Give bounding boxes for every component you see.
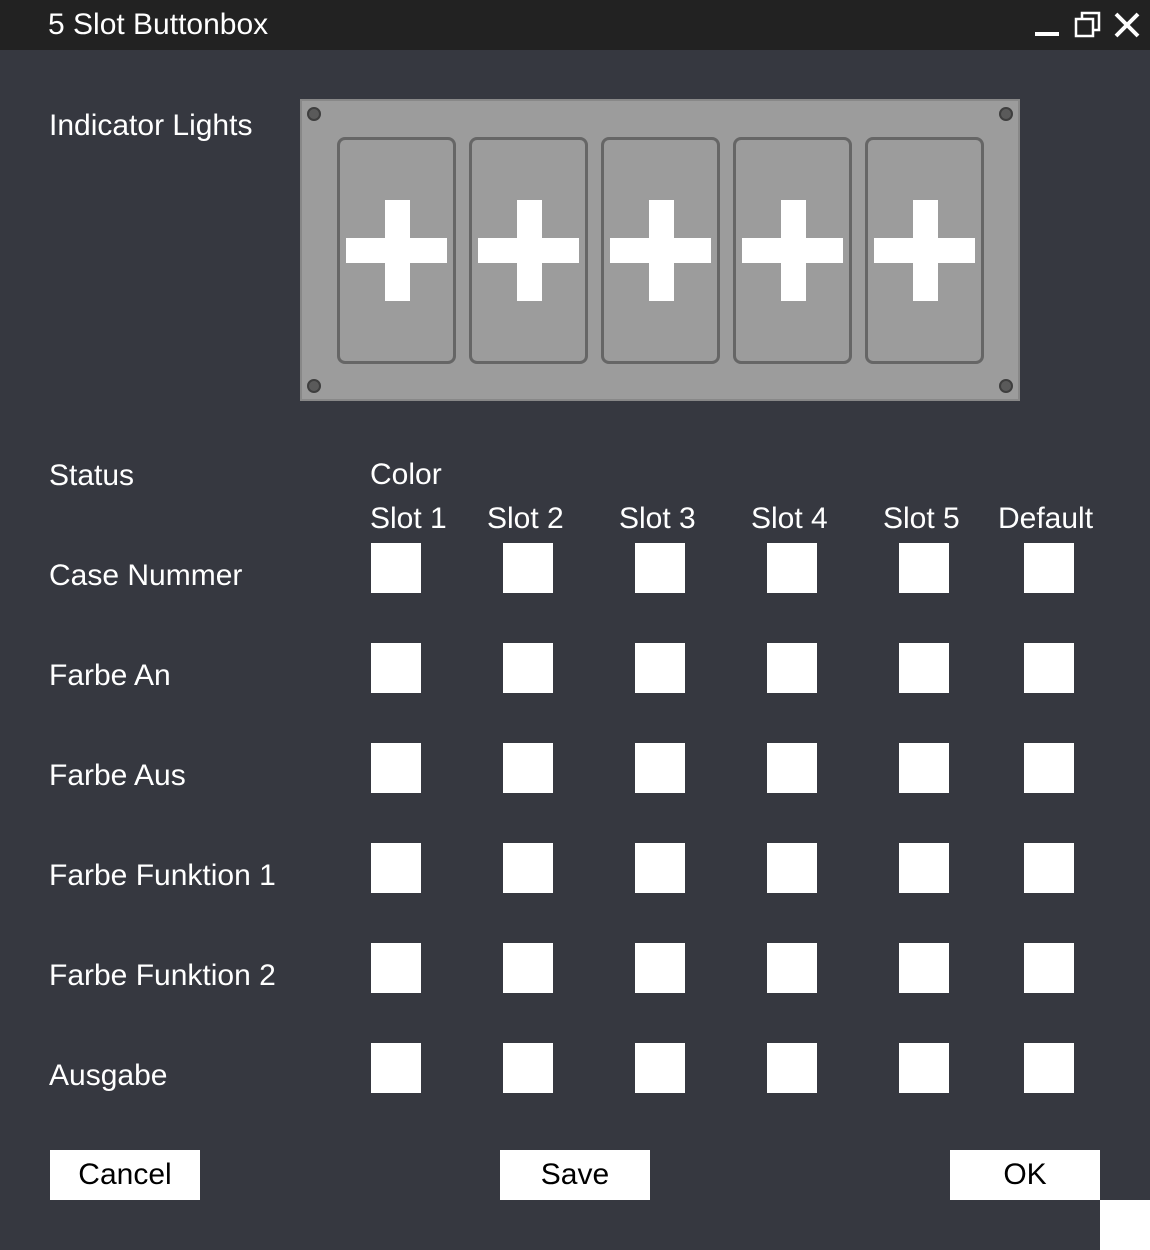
- window-title: 5 Slot Buttonbox: [48, 8, 269, 41]
- color-swatch[interactable]: [635, 643, 685, 693]
- color-swatch[interactable]: [899, 743, 949, 793]
- row-label-farbe-an: Farbe An: [49, 659, 171, 692]
- color-swatch[interactable]: [767, 743, 817, 793]
- row-label-farbe-funktion-1: Farbe Funktion 1: [49, 859, 276, 892]
- color-swatch[interactable]: [371, 843, 421, 893]
- row-label-farbe-funktion-2: Farbe Funktion 2: [49, 959, 276, 992]
- color-swatch[interactable]: [635, 943, 685, 993]
- color-swatch[interactable]: [899, 943, 949, 993]
- save-button[interactable]: Save: [500, 1150, 650, 1200]
- color-swatch[interactable]: [371, 943, 421, 993]
- color-swatch[interactable]: [767, 843, 817, 893]
- indicator-panel: [300, 99, 1020, 401]
- indicator-slot-3[interactable]: [601, 137, 720, 364]
- color-header: Color: [370, 458, 442, 491]
- indicator-slot-1[interactable]: [337, 137, 456, 364]
- column-header-default: Default: [998, 502, 1094, 535]
- color-swatch[interactable]: [371, 543, 421, 593]
- title-bar[interactable]: 5 Slot Buttonbox: [0, 0, 1150, 50]
- indicator-lights-label: Indicator Lights: [49, 109, 253, 142]
- row-label-farbe-aus: Farbe Aus: [49, 759, 186, 792]
- screw-icon: [999, 379, 1013, 393]
- color-swatch[interactable]: [1024, 1043, 1074, 1093]
- column-header-slot-5: Slot 5: [883, 502, 960, 535]
- color-swatch[interactable]: [1024, 643, 1074, 693]
- color-swatch[interactable]: [503, 843, 553, 893]
- row-label-ausgabe: Ausgabe: [49, 1059, 168, 1092]
- column-header-slot-1: Slot 1: [370, 502, 447, 535]
- color-swatch[interactable]: [635, 543, 685, 593]
- color-swatch[interactable]: [1024, 743, 1074, 793]
- color-swatch[interactable]: [899, 543, 949, 593]
- color-swatch[interactable]: [503, 1043, 553, 1093]
- color-swatch[interactable]: [371, 743, 421, 793]
- column-header-slot-2: Slot 2: [487, 502, 564, 535]
- screw-icon: [307, 107, 321, 121]
- status-header: Status: [49, 459, 135, 492]
- indicator-slot-4[interactable]: [733, 137, 852, 364]
- indicator-slot-2[interactable]: [469, 137, 588, 364]
- color-swatch[interactable]: [767, 543, 817, 593]
- column-header-slot-4: Slot 4: [751, 502, 828, 535]
- color-swatch[interactable]: [503, 643, 553, 693]
- ok-button[interactable]: OK: [950, 1150, 1100, 1200]
- screw-icon: [999, 107, 1013, 121]
- buttonbox-window: 5 Slot Buttonbox Indicator Lights Status…: [0, 0, 1150, 1250]
- indicator-slot-5[interactable]: [865, 137, 984, 364]
- color-swatch[interactable]: [371, 643, 421, 693]
- color-swatch[interactable]: [767, 643, 817, 693]
- column-header-slot-3: Slot 3: [619, 502, 696, 535]
- color-swatch[interactable]: [899, 843, 949, 893]
- restore-icon[interactable]: [1073, 10, 1103, 40]
- minimize-icon[interactable]: [1032, 10, 1062, 40]
- color-swatch[interactable]: [899, 1043, 949, 1093]
- color-swatch[interactable]: [635, 843, 685, 893]
- color-swatch[interactable]: [1024, 943, 1074, 993]
- row-label-case-nummer: Case Nummer: [49, 559, 243, 592]
- screw-icon: [307, 379, 321, 393]
- color-swatch[interactable]: [503, 943, 553, 993]
- resize-corner[interactable]: [1100, 1200, 1150, 1250]
- color-swatch[interactable]: [899, 643, 949, 693]
- color-swatch[interactable]: [1024, 543, 1074, 593]
- close-icon[interactable]: [1112, 10, 1142, 40]
- color-swatch[interactable]: [503, 543, 553, 593]
- color-swatch[interactable]: [635, 1043, 685, 1093]
- color-swatch[interactable]: [1024, 843, 1074, 893]
- color-swatch[interactable]: [767, 943, 817, 993]
- cancel-button[interactable]: Cancel: [50, 1150, 200, 1200]
- color-swatch[interactable]: [635, 743, 685, 793]
- color-swatch[interactable]: [503, 743, 553, 793]
- color-swatch[interactable]: [371, 1043, 421, 1093]
- color-swatch[interactable]: [767, 1043, 817, 1093]
